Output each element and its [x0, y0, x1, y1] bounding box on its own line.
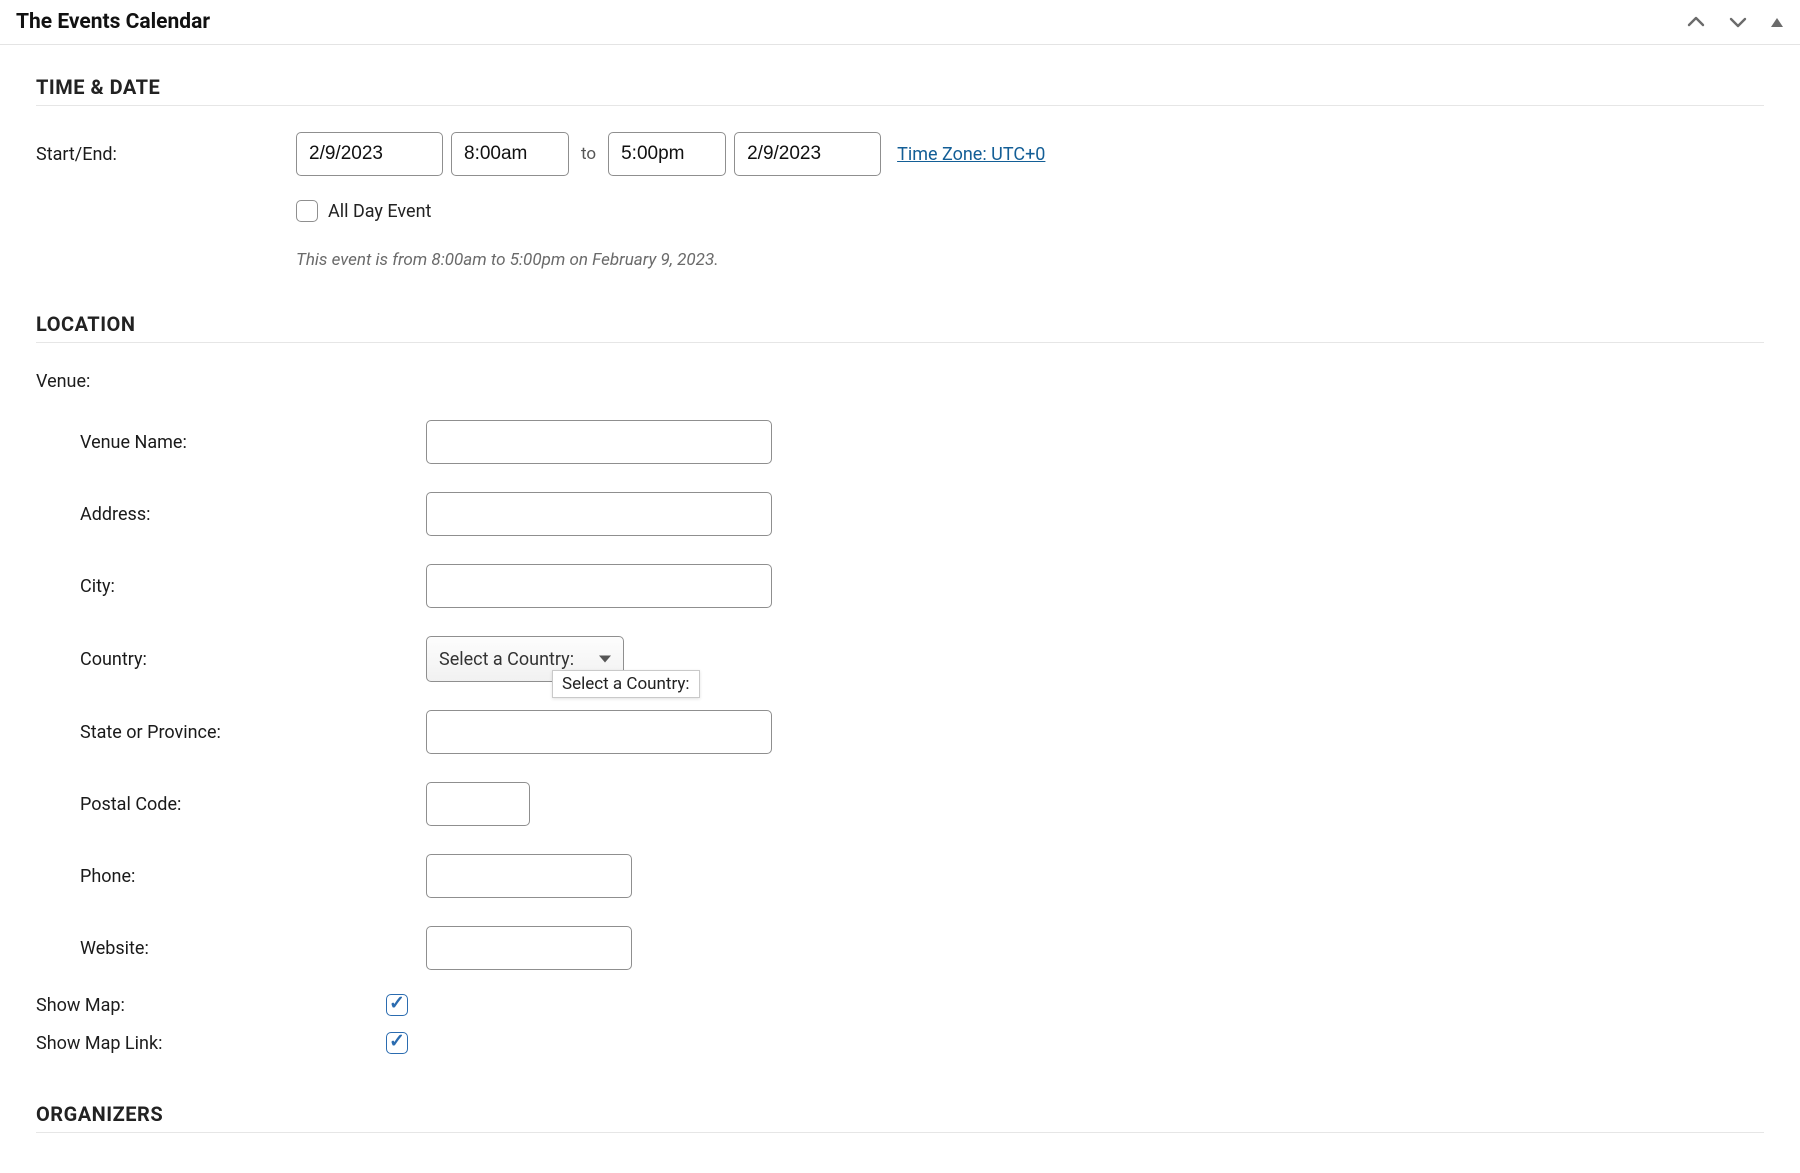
website-input[interactable] — [426, 926, 632, 970]
section-title-location: LOCATION — [36, 312, 1764, 343]
country-selected-text: Select a Country: — [439, 649, 574, 670]
state-label: State or Province: — [36, 722, 426, 743]
to-label: to — [581, 144, 596, 164]
venue-block: Venue Name: Address: City: Country: Sele… — [36, 420, 1764, 970]
show-map-checkbox[interactable] — [386, 994, 408, 1016]
event-summary-text: This event is from 8:00am to 5:00pm on F… — [296, 250, 1764, 270]
all-day-row: All Day Event — [296, 200, 1764, 222]
website-label: Website: — [36, 938, 426, 959]
all-day-checkbox[interactable] — [296, 200, 318, 222]
venue-heading: Venue: — [36, 371, 1764, 392]
city-label: City: — [36, 576, 426, 597]
panel-content: TIME & DATE Start/End: to Time Zone: UTC… — [0, 45, 1800, 1173]
phone-label: Phone: — [36, 866, 426, 887]
show-map-row: Show Map: — [36, 994, 1764, 1016]
end-time-input[interactable] — [608, 132, 726, 176]
chevron-up-icon[interactable] — [1686, 12, 1706, 32]
start-end-row: Start/End: to Time Zone: UTC+0 — [36, 132, 1764, 176]
address-input[interactable] — [426, 492, 772, 536]
address-label: Address: — [36, 504, 426, 525]
collapse-triangle-icon[interactable] — [1770, 15, 1784, 29]
panel-controls — [1686, 12, 1784, 32]
phone-input[interactable] — [426, 854, 632, 898]
chevron-down-icon — [599, 656, 611, 663]
show-map-link-checkbox[interactable] — [386, 1032, 408, 1054]
city-input[interactable] — [426, 564, 772, 608]
show-map-link-label: Show Map Link: — [36, 1033, 386, 1054]
show-map-label: Show Map: — [36, 995, 386, 1016]
country-tooltip: Select a Country: — [552, 670, 700, 698]
venue-name-input[interactable] — [426, 420, 772, 464]
state-input[interactable] — [426, 710, 772, 754]
country-label: Country: — [36, 649, 426, 670]
events-calendar-panel: The Events Calendar TIME & DATE Start/En… — [0, 0, 1800, 1173]
panel-title: The Events Calendar — [16, 10, 210, 34]
start-end-label: Start/End: — [36, 144, 296, 165]
start-date-input[interactable] — [296, 132, 443, 176]
end-date-input[interactable] — [734, 132, 881, 176]
timezone-link[interactable]: Time Zone: UTC+0 — [897, 144, 1045, 165]
start-time-input[interactable] — [451, 132, 569, 176]
section-title-organizers: ORGANIZERS — [36, 1102, 1764, 1133]
chevron-down-icon[interactable] — [1728, 12, 1748, 32]
postal-input[interactable] — [426, 782, 530, 826]
venue-name-label: Venue Name: — [36, 432, 426, 453]
show-map-link-row: Show Map Link: — [36, 1032, 1764, 1054]
section-title-time-date: TIME & DATE — [36, 75, 1764, 106]
postal-label: Postal Code: — [36, 794, 426, 815]
panel-header: The Events Calendar — [0, 0, 1800, 45]
all-day-label[interactable]: All Day Event — [328, 201, 431, 222]
